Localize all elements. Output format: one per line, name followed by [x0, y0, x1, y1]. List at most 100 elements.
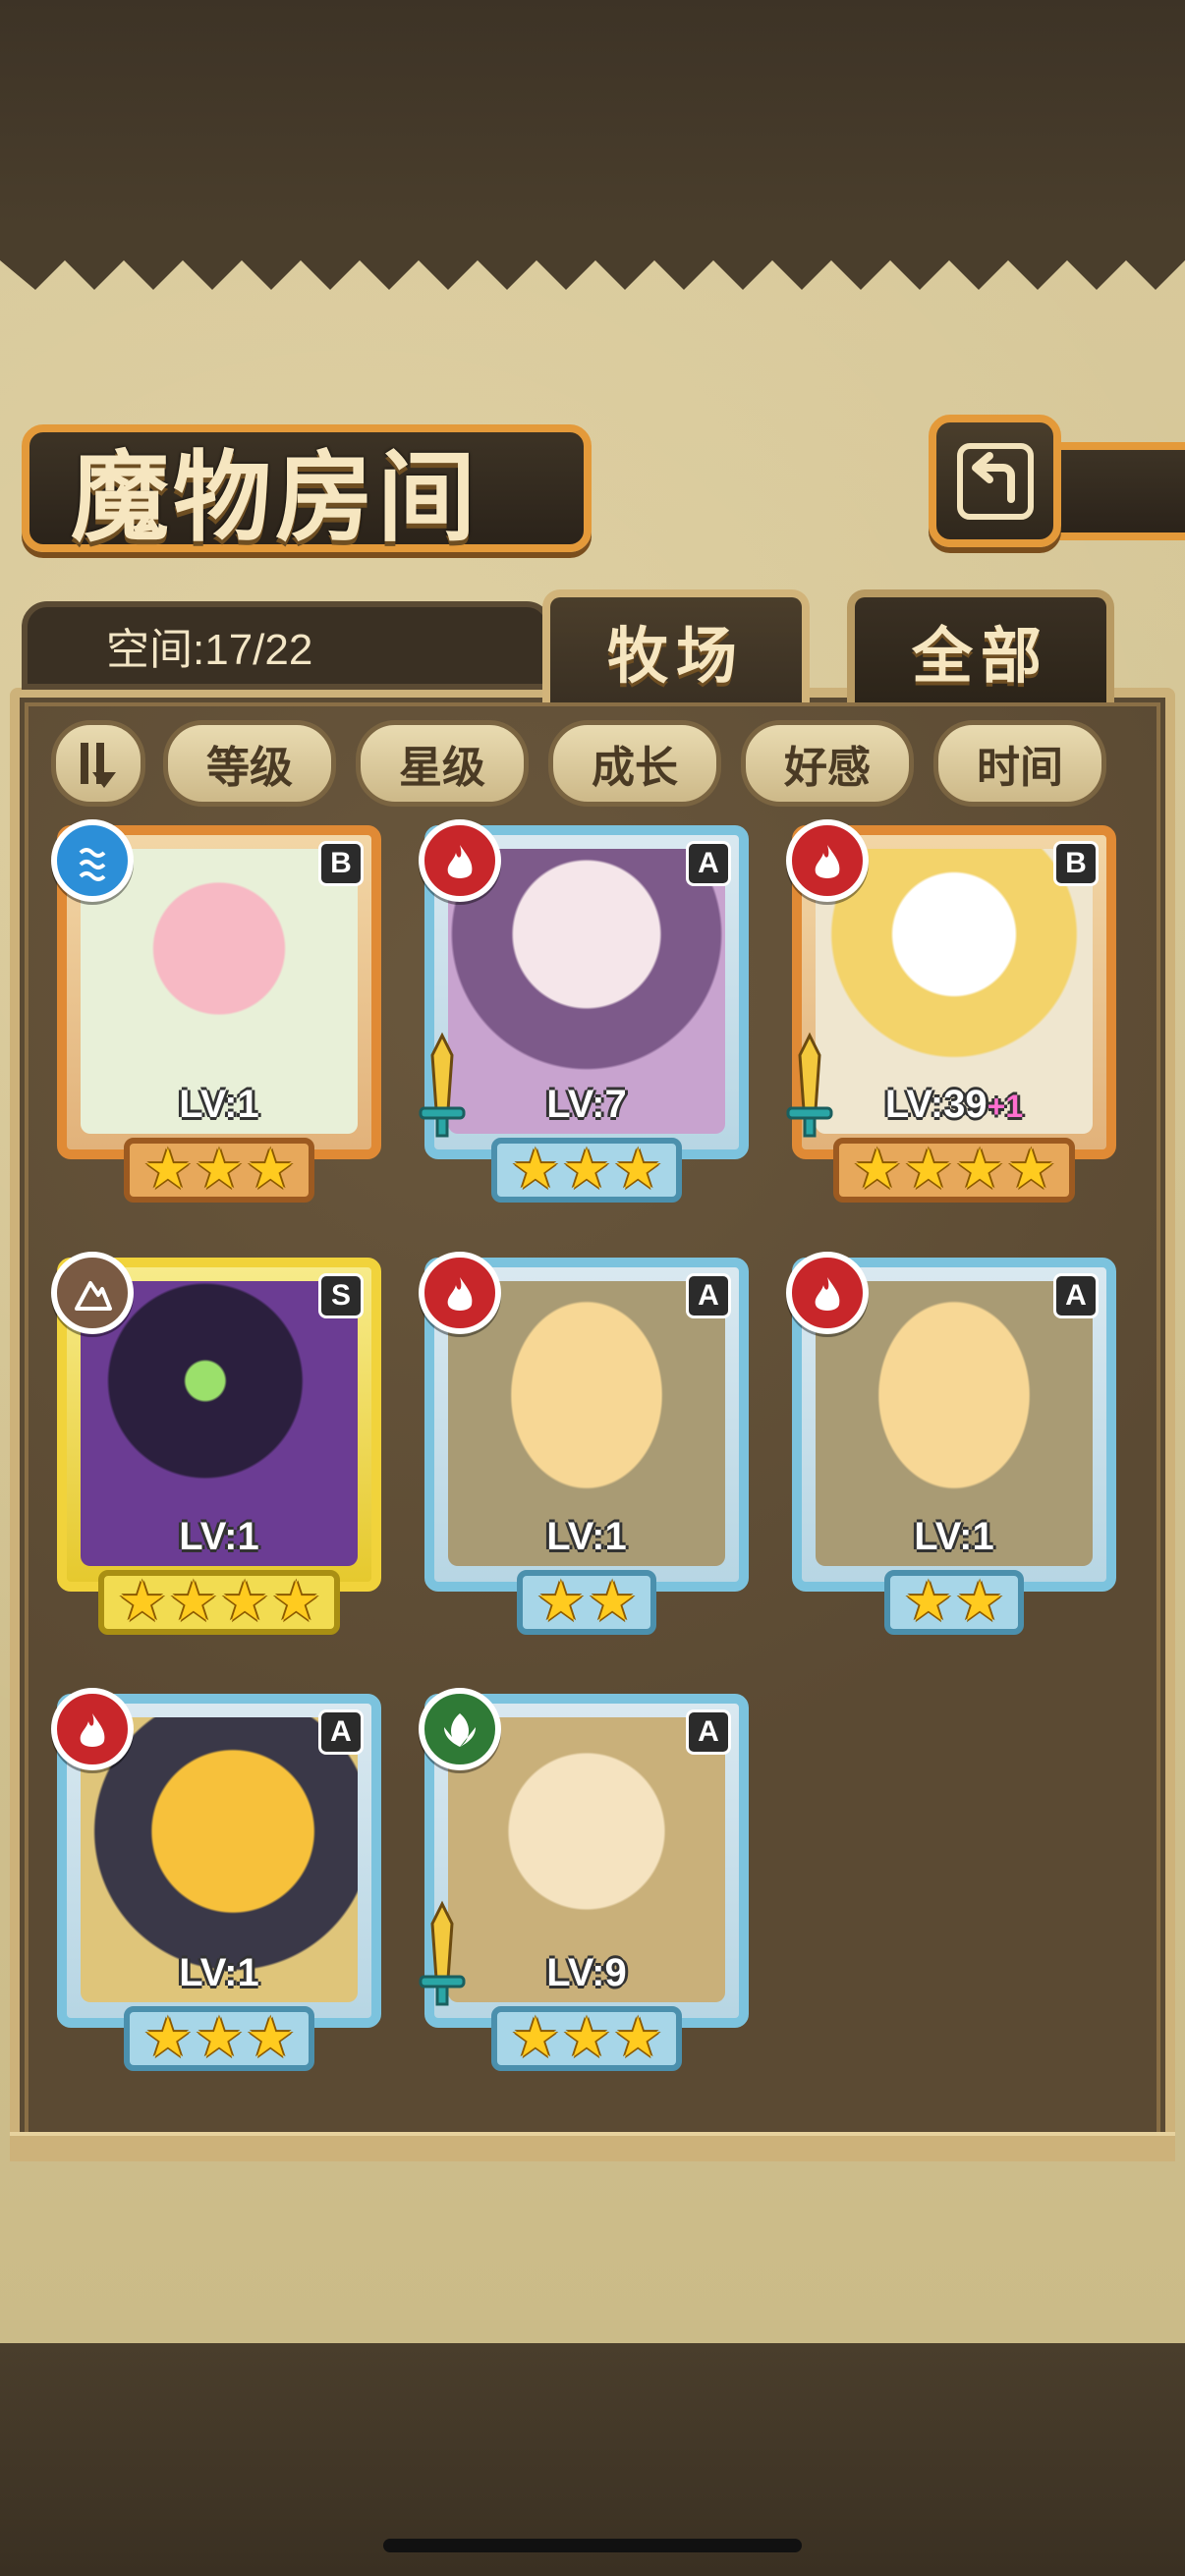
- sort-by-affection-label: 好感: [784, 743, 871, 793]
- star-icon: ★: [903, 1570, 953, 1634]
- page-title: 魔物房间: [71, 438, 480, 555]
- star-rating: ★ ★ ★ ★: [57, 1570, 381, 1635]
- sort-order-toggle[interactable]: [51, 720, 145, 807]
- star-icon: ★: [142, 1138, 193, 1202]
- level-text: LV:1: [179, 1083, 259, 1126]
- sort-by-growth-button[interactable]: 成长: [548, 720, 721, 807]
- sort-by-affection-button[interactable]: 好感: [741, 720, 914, 807]
- tab-ranch-label: 牧场: [606, 619, 745, 692]
- monster-level: LV:39+1: [792, 1083, 1116, 1127]
- monster-level: LV:1: [792, 1515, 1116, 1559]
- star-rating: ★ ★: [424, 1570, 749, 1635]
- star-rating: ★ ★ ★: [57, 2006, 381, 2071]
- monster-card[interactable]: A LV:9 ★ ★ ★: [419, 1688, 749, 2071]
- star-icon: ★: [1006, 1138, 1056, 1202]
- monster-card[interactable]: B LV:1 ★ ★ ★: [51, 819, 381, 1203]
- level-text: LV:1: [914, 1515, 994, 1558]
- star-rating: ★ ★ ★: [57, 1138, 381, 1203]
- rank-badge: B: [318, 841, 364, 886]
- sort-by-time-button[interactable]: 时间: [933, 720, 1106, 807]
- rank-badge: A: [686, 841, 731, 886]
- star-rating: ★ ★: [792, 1570, 1116, 1635]
- star-icon: ★: [168, 1570, 218, 1634]
- star-plate: ★ ★ ★: [490, 1138, 683, 1203]
- level-text: LV:1: [179, 1515, 259, 1558]
- capacity-label: 空间:17/22: [106, 626, 313, 674]
- sort-by-growth-label: 成长: [592, 743, 678, 793]
- star-rating: ★ ★ ★: [424, 2006, 749, 2071]
- rank-badge: A: [318, 1709, 364, 1755]
- tab-all-label: 全部: [911, 619, 1049, 692]
- star-icon: ★: [613, 1138, 663, 1202]
- wind-element-icon: [419, 1688, 501, 1770]
- monster-level: LV:1: [424, 1515, 749, 1559]
- level-text: LV:1: [179, 1951, 259, 1994]
- star-icon: ★: [271, 1570, 321, 1634]
- rank-badge: S: [318, 1273, 364, 1318]
- torn-edge-decoration: [0, 231, 1185, 290]
- star-icon: ★: [246, 2006, 296, 2070]
- level-text: LV:1: [546, 1515, 627, 1558]
- earth-element-icon: [51, 1252, 134, 1334]
- tab-ranch[interactable]: 牧场: [542, 589, 810, 702]
- monster-level: LV:1: [57, 1951, 381, 1995]
- sort-direction-icon: [81, 743, 116, 788]
- star-icon: ★: [588, 1570, 638, 1634]
- fire-element-icon: [786, 1252, 869, 1334]
- rank-badge: A: [1053, 1273, 1099, 1318]
- back-button[interactable]: [929, 415, 1061, 547]
- star-icon: ★: [955, 1570, 1005, 1634]
- monster-level: LV:1: [57, 1515, 381, 1559]
- fire-element-icon: [51, 1688, 134, 1770]
- return-arrow-icon: [956, 442, 1034, 520]
- star-icon: ★: [194, 1138, 245, 1202]
- monster-card[interactable]: A LV:1 ★ ★: [786, 1252, 1116, 1635]
- star-icon: ★: [246, 1138, 296, 1202]
- star-icon: ★: [561, 2006, 612, 2070]
- sort-by-time-label: 时间: [977, 743, 1063, 793]
- star-rating: ★ ★ ★: [424, 1138, 749, 1203]
- level-bonus: +1: [987, 1089, 1024, 1124]
- sort-by-level-button[interactable]: 等级: [163, 720, 336, 807]
- sort-by-level-label: 等级: [206, 743, 293, 793]
- rank-badge: A: [686, 1709, 731, 1755]
- top-background: [0, 0, 1185, 231]
- star-plate: ★ ★: [516, 1570, 657, 1635]
- fire-element-icon: [786, 819, 869, 902]
- sort-by-stars-button[interactable]: 星级: [356, 720, 529, 807]
- level-text: LV:39: [884, 1083, 988, 1126]
- water-element-icon: [51, 819, 134, 902]
- monster-card[interactable]: A LV:1 ★ ★: [419, 1252, 749, 1635]
- star-icon: ★: [613, 2006, 663, 2070]
- monster-card[interactable]: A LV:7 ★ ★ ★: [419, 819, 749, 1203]
- star-icon: ★: [194, 2006, 245, 2070]
- tab-all[interactable]: 全部: [847, 589, 1114, 702]
- star-plate: ★ ★: [883, 1570, 1025, 1635]
- back-button-rail: [1042, 442, 1185, 540]
- star-icon: ★: [561, 1138, 612, 1202]
- star-icon: ★: [903, 1138, 953, 1202]
- star-icon: ★: [117, 1570, 167, 1634]
- star-icon: ★: [142, 2006, 193, 2070]
- monster-level: LV:7: [424, 1083, 749, 1127]
- star-plate: ★ ★ ★ ★: [97, 1570, 341, 1635]
- star-icon: ★: [220, 1570, 270, 1634]
- rank-badge: A: [686, 1273, 731, 1318]
- star-plate: ★ ★ ★: [123, 1138, 315, 1203]
- fire-element-icon: [419, 819, 501, 902]
- star-icon: ★: [510, 1138, 560, 1202]
- level-text: LV:7: [546, 1083, 627, 1126]
- monster-card[interactable]: A LV:1 ★ ★ ★: [51, 1688, 381, 2071]
- home-indicator: [383, 2539, 802, 2552]
- monster-level: LV:9: [424, 1951, 749, 1995]
- star-icon: ★: [955, 1138, 1005, 1202]
- level-text: LV:9: [546, 1951, 627, 1994]
- monster-card[interactable]: B LV:39+1 ★ ★ ★ ★: [786, 819, 1116, 1203]
- star-plate: ★ ★ ★: [490, 2006, 683, 2071]
- monster-card[interactable]: S LV:1 ★ ★ ★ ★: [51, 1252, 381, 1635]
- rank-badge: B: [1053, 841, 1099, 886]
- board-bottom-rail: [10, 2132, 1175, 2161]
- star-icon: ★: [852, 1138, 902, 1202]
- star-icon: ★: [536, 1570, 586, 1634]
- star-icon: ★: [510, 2006, 560, 2070]
